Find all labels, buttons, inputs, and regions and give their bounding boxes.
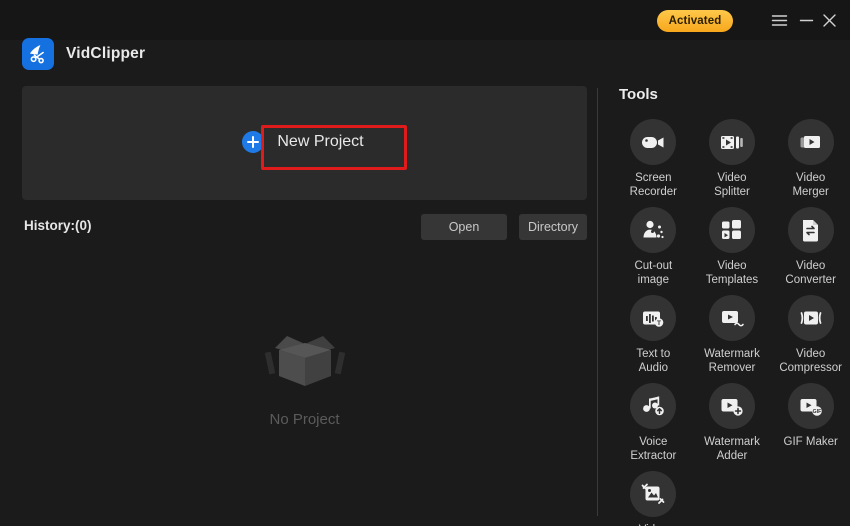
directory-button[interactable]: Directory — [519, 214, 587, 240]
activated-badge[interactable]: Activated — [657, 10, 733, 32]
tool-label: Text to Audio — [636, 348, 671, 374]
svg-text:T: T — [657, 320, 661, 327]
tool-label: Video Splitter — [714, 172, 750, 198]
tool-label: Video Templates — [705, 260, 759, 286]
tool-screen-recorder[interactable]: Screen Recorder — [614, 119, 693, 199]
tool-label: Voice Extractor — [630, 436, 677, 462]
title-bar: Activated — [0, 0, 850, 40]
tool-watermark-adder[interactable]: Watermark Adder — [693, 383, 772, 463]
tool-video-compressor[interactable]: Video Compressor — [771, 295, 850, 375]
video-converter-icon — [787, 207, 834, 253]
tool-video-splitter[interactable]: Video Splitter — [693, 119, 772, 199]
watermark-adder-icon — [708, 383, 755, 429]
tool-label: Cut-out image — [634, 260, 673, 286]
screen-recorder-icon — [630, 119, 677, 165]
panel-divider — [597, 88, 598, 516]
tool-video-templates[interactable]: Video Templates — [693, 207, 772, 287]
empty-state-text: No Project — [269, 411, 340, 428]
tool-label: GIF Maker — [783, 436, 838, 448]
minimize-icon[interactable] — [797, 11, 816, 30]
cut-out-image-icon — [630, 207, 677, 253]
tool-label: Video Merger — [792, 172, 829, 198]
empty-box-icon — [257, 322, 353, 399]
tool-cut-out-image[interactable]: Cut-out image — [614, 207, 693, 287]
video-templates-icon — [708, 207, 755, 253]
video-splitter-icon — [708, 119, 755, 165]
text-to-audio-icon: T — [630, 295, 677, 341]
watermark-remover-icon — [708, 295, 755, 341]
empty-state: No Project — [22, 322, 587, 428]
new-project-panel: New Project — [22, 86, 587, 200]
plus-circle-icon — [242, 131, 265, 153]
tools-panel: Tools Screen Recorder Video Splitter Vid… — [614, 86, 850, 526]
new-project-label: New Project — [277, 133, 364, 150]
tool-video-converter[interactable]: Video Converter — [771, 207, 850, 287]
tool-watermark-remover[interactable]: Watermark Remover — [693, 295, 772, 375]
new-project-button[interactable]: New Project — [142, 110, 464, 174]
vidclipper-scissors-logo — [22, 38, 54, 70]
tool-label: Watermark Remover — [704, 348, 760, 374]
left-column: New Project — [22, 86, 587, 200]
tools-title: Tools — [619, 86, 658, 103]
tool-text-to-audio[interactable]: T Text to Audio — [614, 295, 693, 375]
tool-label: Screen Recorder — [629, 172, 677, 198]
tool-label: Video Converter — [785, 260, 836, 286]
voice-extractor-icon — [630, 383, 677, 429]
hamburger-menu-icon[interactable] — [770, 11, 789, 30]
close-icon[interactable] — [820, 11, 839, 30]
video-merger-icon — [787, 119, 834, 165]
tool-label: Watermark Adder — [704, 436, 760, 462]
tool-video-cropper[interactable]: Video Cropper — [614, 471, 693, 526]
tool-video-merger[interactable]: Video Merger — [771, 119, 850, 199]
app-title: VidClipper — [66, 45, 146, 62]
video-compressor-icon — [787, 295, 834, 341]
gif-maker-icon: GIF — [787, 383, 834, 429]
tool-label: Video Compressor — [779, 348, 842, 374]
video-cropper-icon — [630, 471, 677, 517]
brand: VidClipper — [22, 38, 145, 70]
vidclipper-window: Activated VidClipper New Project History… — [0, 0, 850, 526]
open-button[interactable]: Open — [421, 214, 507, 240]
svg-text:GIF: GIF — [812, 409, 821, 415]
tool-voice-extractor[interactable]: Voice Extractor — [614, 383, 693, 463]
tools-grid: Screen Recorder Video Splitter Video Mer… — [614, 119, 850, 526]
tool-gif-maker[interactable]: GIF GIF Maker — [771, 383, 850, 463]
history-label: History:(0) — [24, 218, 92, 233]
history-row: History:(0) Open Directory — [22, 214, 587, 240]
